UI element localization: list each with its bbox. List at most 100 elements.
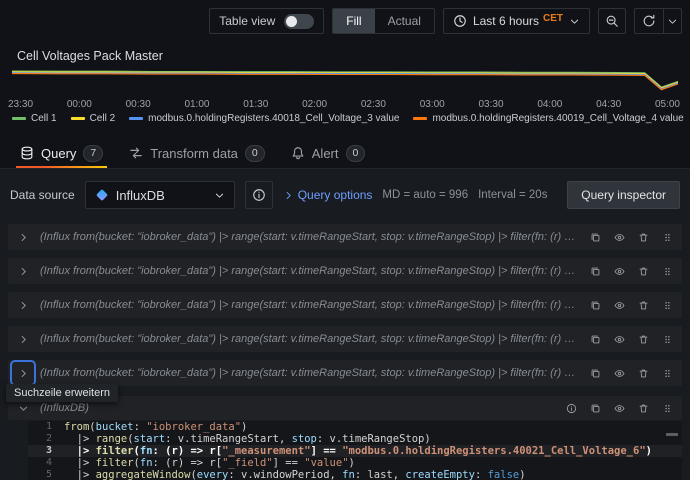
code-line[interactable]: 3 |> filter(fn: (r) => r["_measurement"]… xyxy=(28,445,682,457)
zoom-out-icon xyxy=(605,14,619,28)
x-tick: 05:00 xyxy=(655,99,680,110)
x-tick: 03:30 xyxy=(479,99,504,110)
legend-item[interactable]: Cell 1 xyxy=(12,113,57,124)
query-options-toggle[interactable]: Query options xyxy=(283,188,373,202)
max-data-points-summary: MD = auto = 996 xyxy=(382,189,468,201)
toggle-query-visibility-button[interactable] xyxy=(608,294,630,316)
trash-icon xyxy=(638,403,649,414)
angle-down-icon xyxy=(18,403,29,414)
tab-alert-label: Alert xyxy=(312,146,339,161)
expand-row-button[interactable] xyxy=(12,328,34,350)
drag-query-handle[interactable] xyxy=(656,226,678,248)
copy-icon xyxy=(590,232,601,243)
tab-transform[interactable]: Transform data 0 xyxy=(117,138,277,168)
delete-query-button[interactable] xyxy=(632,226,654,248)
datasource-value: InfluxDB xyxy=(116,188,165,203)
expand-row-button[interactable] xyxy=(12,260,34,282)
grip-icon xyxy=(662,334,673,345)
panel-title[interactable]: Cell Voltages Pack Master xyxy=(17,49,163,63)
drag-query-handle[interactable] xyxy=(656,260,678,282)
expand-row-button[interactable] xyxy=(12,226,34,248)
legend-marker xyxy=(413,117,427,120)
angle-right-icon xyxy=(18,368,29,379)
delete-query-button[interactable] xyxy=(632,362,654,384)
legend-item[interactable]: modbus.0.holdingRegisters.40019_Cell_Vol… xyxy=(413,113,683,124)
code-text: |> filter(fn: (r) => r["_field"] == "val… xyxy=(64,457,355,469)
drag-query-handle[interactable] xyxy=(656,328,678,350)
query-row-actions xyxy=(584,260,678,282)
query-help-button[interactable] xyxy=(560,397,582,419)
minimap[interactable] xyxy=(666,433,678,436)
code-line[interactable]: 2 |> range(start: v.timeRangeStart, stop… xyxy=(28,433,682,445)
code-line[interactable]: 1from(bucket: "iobroker_data") xyxy=(28,421,682,433)
legend-label: Cell 2 xyxy=(90,113,116,124)
trash-icon xyxy=(638,266,649,277)
time-range-label: Last 6 hours xyxy=(473,14,539,28)
drag-query-handle[interactable] xyxy=(656,294,678,316)
refresh-button[interactable] xyxy=(635,9,663,33)
expand-row-button[interactable] xyxy=(12,362,34,384)
query-row-actions xyxy=(584,226,678,248)
x-tick: 03:00 xyxy=(420,99,445,110)
tab-query[interactable]: Query 7 xyxy=(8,138,115,168)
trash-icon xyxy=(638,368,649,379)
delete-query-button[interactable] xyxy=(632,397,654,419)
actual-button[interactable]: Actual xyxy=(375,9,434,33)
code-line[interactable]: 5 |> aggregateWindow(every: v.windowPeri… xyxy=(28,469,682,480)
tab-query-label: Query xyxy=(41,146,76,161)
datasource-picker[interactable]: InfluxDB xyxy=(85,181,235,209)
datasource-row: Data source InfluxDB Query options MD = … xyxy=(10,180,680,210)
duplicate-query-button[interactable] xyxy=(584,260,606,282)
duplicate-query-button[interactable] xyxy=(584,328,606,350)
grip-icon xyxy=(662,368,673,379)
fill-button[interactable]: Fill xyxy=(333,9,374,33)
query-inspector-button[interactable]: Query inspector xyxy=(567,181,680,209)
duplicate-query-button[interactable] xyxy=(584,397,606,419)
code-text: |> range(start: v.timeRangeStart, stop: … xyxy=(64,433,431,445)
query-row-actions xyxy=(584,362,678,384)
flux-code-editor[interactable]: 1from(bucket: "iobroker_data")2 |> range… xyxy=(28,421,682,480)
zoom-out-button[interactable] xyxy=(598,8,626,34)
delete-query-button[interactable] xyxy=(632,294,654,316)
toggle-query-visibility-button[interactable] xyxy=(608,397,630,419)
duplicate-query-button[interactable] xyxy=(584,226,606,248)
legend-item[interactable]: Cell 2 xyxy=(71,113,116,124)
drag-query-handle[interactable] xyxy=(656,397,678,419)
duplicate-query-button[interactable] xyxy=(584,362,606,384)
toggle-query-visibility-button[interactable] xyxy=(608,226,630,248)
query-row-text: (Influx from(bucket: "iobroker_data") |>… xyxy=(40,299,578,311)
copy-icon xyxy=(590,403,601,414)
chart-svg xyxy=(8,64,682,98)
expand-row-button[interactable] xyxy=(12,294,34,316)
grip-icon xyxy=(662,300,673,311)
delete-query-button[interactable] xyxy=(632,260,654,282)
bell-icon xyxy=(291,146,305,160)
x-tick: 02:30 xyxy=(361,99,386,110)
duplicate-query-button[interactable] xyxy=(584,294,606,316)
tab-transform-label: Transform data xyxy=(150,146,238,161)
eye-icon xyxy=(614,300,625,311)
datasource-label: Data source xyxy=(10,188,75,202)
top-toolbar: Table view Fill Actual Last 6 hours CET xyxy=(209,8,682,34)
timeseries-chart[interactable] xyxy=(8,64,682,98)
x-tick: 01:00 xyxy=(184,99,209,110)
toggle-query-visibility-button[interactable] xyxy=(608,260,630,282)
refresh-interval-dropdown[interactable] xyxy=(663,9,681,33)
drag-query-handle[interactable] xyxy=(656,362,678,384)
legend-item[interactable]: modbus.0.holdingRegisters.40018_Cell_Vol… xyxy=(129,113,399,124)
expanded-row-actions xyxy=(560,397,678,419)
datasource-help-button[interactable] xyxy=(245,181,273,209)
query-row-text: (Influx from(bucket: "iobroker_data") |>… xyxy=(40,367,578,379)
angle-right-icon xyxy=(18,232,29,243)
toggle-query-visibility-button[interactable] xyxy=(608,328,630,350)
query-row: (Influx from(bucket: "iobroker_data") |>… xyxy=(8,258,682,284)
toggle-query-visibility-button[interactable] xyxy=(608,362,630,384)
grip-icon xyxy=(662,403,673,414)
time-range-picker[interactable]: Last 6 hours CET xyxy=(443,8,590,34)
code-line[interactable]: 4 |> filter(fn: (r) => r["_field"] == "v… xyxy=(28,457,682,469)
tooltip: Suchzeile erweitern xyxy=(6,384,118,402)
delete-query-button[interactable] xyxy=(632,328,654,350)
line-number: 2 xyxy=(28,433,64,445)
table-view-toggle[interactable] xyxy=(284,14,314,29)
tab-alert[interactable]: Alert 0 xyxy=(279,138,378,168)
